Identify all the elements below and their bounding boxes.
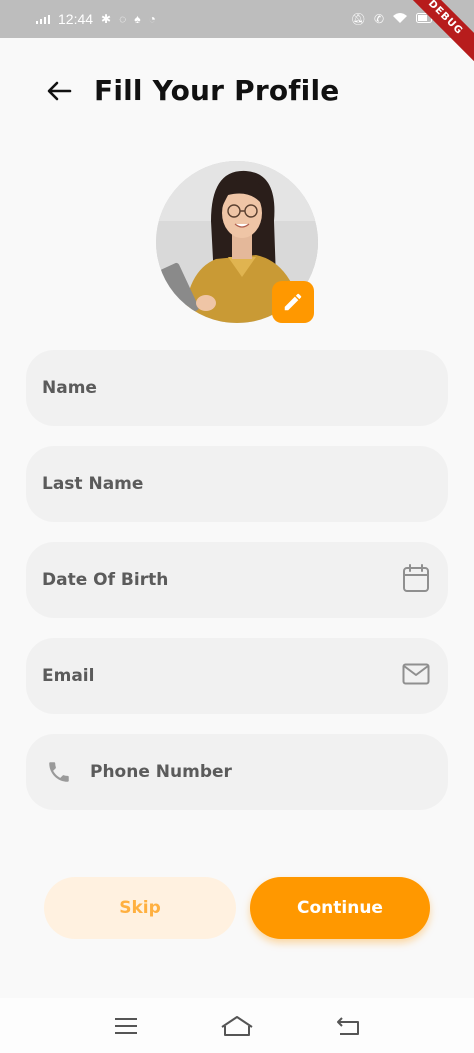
- page-title: Fill Your Profile: [94, 74, 340, 107]
- menu-nav-button[interactable]: [106, 1006, 146, 1046]
- status-time: 12:44: [58, 11, 94, 27]
- name-placeholder: Name: [42, 378, 97, 398]
- calendar-icon[interactable]: [402, 563, 430, 597]
- call-icon: ✆: [373, 12, 384, 26]
- back-button[interactable]: [44, 76, 74, 106]
- whatsapp-icon: ◌: [119, 12, 127, 26]
- skip-button[interactable]: Skip: [44, 877, 236, 939]
- back-nav-button[interactable]: [328, 1006, 368, 1046]
- name-field[interactable]: Name: [26, 350, 448, 426]
- navigation-icon: ◔: [148, 12, 156, 26]
- snapchat-icon: ♠: [134, 12, 141, 26]
- signal-icon: [36, 14, 50, 24]
- phone-icon: [46, 759, 72, 785]
- email-placeholder: Email: [42, 666, 95, 686]
- profile-avatar: [156, 161, 318, 323]
- back-icon: [337, 1016, 360, 1035]
- status-bar: 12:44 ✱ ◌ ♠ ◔ 🔕︎ ✆ DEBUG: [0, 0, 474, 64]
- page-header: Fill Your Profile: [44, 74, 339, 107]
- continue-button[interactable]: Continue: [250, 877, 430, 939]
- slack-icon: ✱: [101, 12, 112, 26]
- menu-icon: [114, 1017, 137, 1034]
- last-name-field[interactable]: Last Name: [26, 446, 448, 522]
- notifications-off-icon: 🔕︎: [350, 12, 366, 26]
- home-nav-button[interactable]: [217, 1006, 257, 1046]
- pencil-icon: [284, 293, 302, 311]
- edit-avatar-button[interactable]: [272, 281, 314, 323]
- system-nav-bar: [0, 998, 474, 1053]
- home-icon: [221, 1015, 253, 1036]
- phone-field[interactable]: Phone Number: [26, 734, 448, 810]
- last-name-placeholder: Last Name: [42, 474, 144, 494]
- phone-placeholder: Phone Number: [90, 762, 232, 782]
- wifi-icon: [392, 12, 408, 27]
- status-bar-right: 🔕︎ ✆: [351, 12, 434, 27]
- status-bar-left: 12:44 ✱ ◌ ♠ ◔: [36, 11, 156, 27]
- date-of-birth-placeholder: Date Of Birth: [42, 570, 169, 590]
- debug-banner: DEBUG: [399, 0, 474, 64]
- arrow-left-icon: [47, 81, 72, 100]
- mail-icon: [402, 663, 430, 689]
- date-of-birth-field[interactable]: Date Of Birth: [26, 542, 448, 618]
- email-field[interactable]: Email: [26, 638, 448, 714]
